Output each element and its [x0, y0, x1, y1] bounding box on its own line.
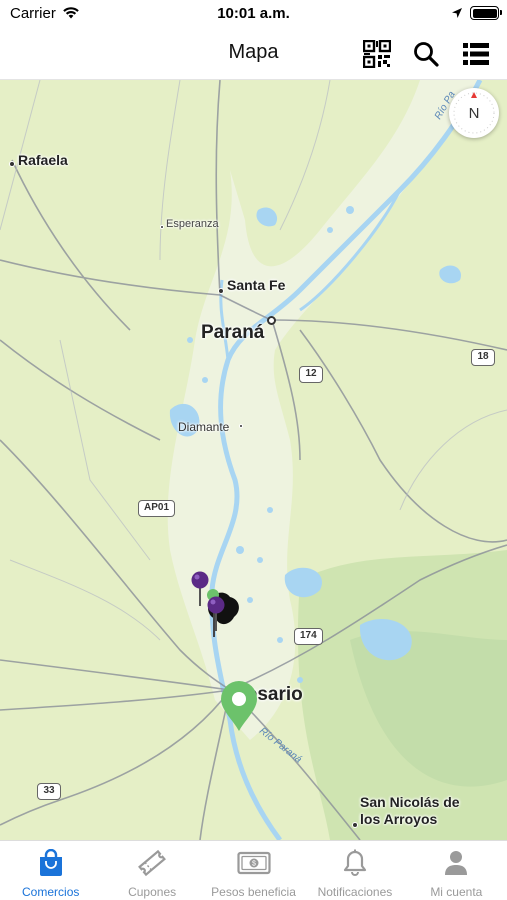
tab-mi-cuenta[interactable]: Mi cuenta — [406, 841, 507, 900]
city-marker-esperanza — [160, 225, 164, 229]
route-shield-18: 18 — [471, 349, 495, 366]
city-label-san-nicolas: San Nicolás de los Arroyos — [360, 794, 460, 827]
city-label-diamante: Diamante — [178, 420, 230, 434]
user-location-pin[interactable] — [219, 680, 259, 732]
qr-code-button[interactable] — [361, 38, 393, 70]
tab-label-cupones: Cupones — [128, 885, 177, 899]
list-icon — [463, 43, 489, 65]
shopping-bag-icon — [39, 849, 62, 876]
tab-label-comercios: Comercios — [22, 885, 80, 899]
route-shield-174: 174 — [294, 628, 323, 645]
city-marker-rafaela — [9, 161, 15, 167]
route-shield-ap01: AP01 — [138, 500, 176, 517]
map-view[interactable]: N Río Pa Río Paraná Rafaela Esperanza Sa… — [0, 80, 507, 840]
clock: 10:01 a.m. — [217, 5, 290, 22]
status-bar: Carrier 10:01 a.m. — [0, 0, 507, 28]
search-icon — [414, 42, 439, 67]
tab-pesos-beneficia[interactable]: $ Pesos beneficia — [203, 841, 304, 900]
tab-comercios[interactable]: Comercios — [0, 841, 101, 900]
city-marker-parana — [267, 316, 276, 325]
qr-code-icon — [363, 40, 391, 68]
location-arrow-icon — [452, 8, 462, 18]
tab-notificaciones[interactable]: Notificaciones — [304, 841, 405, 900]
navigation-bar: Mapa — [0, 28, 507, 80]
ticket-icon — [138, 849, 167, 877]
bell-icon — [343, 849, 367, 876]
compass-label: N — [468, 104, 480, 122]
tab-label-pesos-beneficia: Pesos beneficia — [211, 885, 296, 899]
route-shield-33: 33 — [37, 783, 61, 800]
merchant-pin-purple-2[interactable] — [206, 595, 226, 631]
person-icon — [445, 851, 468, 875]
banknote-icon: $ — [236, 851, 271, 875]
route-shield-12: 12 — [299, 366, 323, 383]
svg-text:$: $ — [252, 861, 256, 868]
city-label-parana: Paraná — [201, 322, 265, 343]
city-label-santa-fe: Santa Fe — [227, 277, 286, 293]
search-button[interactable] — [410, 38, 442, 70]
list-view-button[interactable] — [460, 38, 492, 70]
tab-label-mi-cuenta: Mi cuenta — [430, 885, 483, 899]
battery-icon — [470, 6, 502, 20]
city-marker-diamante — [239, 424, 243, 428]
tab-cupones[interactable]: Cupones — [101, 841, 202, 900]
city-label-esperanza: Esperanza — [166, 218, 219, 230]
city-marker-san-nicolas — [352, 822, 358, 828]
city-marker-santa-fe — [218, 288, 224, 294]
city-label-rafaela: Rafaela — [18, 152, 68, 168]
tab-bar: Comercios Cupones $ Pesos beneficia Noti… — [0, 840, 507, 900]
tab-label-notificaciones: Notificaciones — [317, 885, 393, 899]
